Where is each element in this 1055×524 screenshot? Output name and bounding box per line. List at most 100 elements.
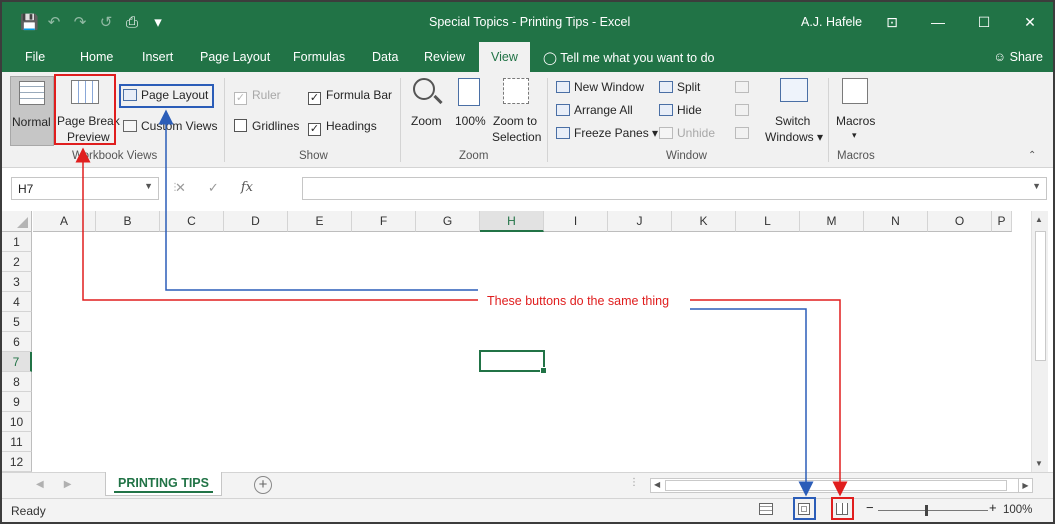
zoom-in-button[interactable]: + xyxy=(989,500,997,515)
row-header-10[interactable]: 10 xyxy=(2,412,32,432)
zoom-thumb[interactable] xyxy=(925,505,928,516)
tab-review[interactable]: Review xyxy=(424,50,465,64)
ribbon-display-options-icon[interactable]: ⊡ xyxy=(869,2,915,42)
zoom-button[interactable]: Zoom xyxy=(408,76,446,146)
column-header-c[interactable]: C xyxy=(160,211,224,232)
tell-me-search[interactable]: ◯ Tell me what you want to do xyxy=(543,50,715,65)
unhide-button[interactable]: Unhide xyxy=(659,126,715,140)
column-header-j[interactable]: J xyxy=(608,211,672,232)
tab-file[interactable]: File xyxy=(25,50,45,64)
row-header-11[interactable]: 11 xyxy=(2,432,32,452)
row-header-5[interactable]: 5 xyxy=(2,312,32,332)
row-header-8[interactable]: 8 xyxy=(2,372,32,392)
column-header-l[interactable]: L xyxy=(736,211,800,232)
column-header-b[interactable]: B xyxy=(96,211,160,232)
gridlines-checkbox[interactable]: Gridlines xyxy=(234,119,299,133)
column-header-e[interactable]: E xyxy=(288,211,352,232)
scroll-left-sheet-icon[interactable]: ◀ xyxy=(36,479,44,490)
print-preview-icon[interactable]: ⎙ xyxy=(124,14,140,31)
hide-button[interactable]: Hide xyxy=(659,103,702,117)
scroll-right-sheet-icon[interactable]: ▶ xyxy=(64,479,72,490)
page-layout-button[interactable]: Page Layout xyxy=(123,88,208,102)
formula-input[interactable]: ▼ xyxy=(302,177,1047,200)
horizontal-scrollbar[interactable]: ◀ xyxy=(650,478,1032,493)
share-button[interactable]: ☺ Share xyxy=(993,50,1043,64)
enter-icon[interactable]: ✓ xyxy=(208,180,219,196)
page-break-preview-button[interactable]: Page Break Preview xyxy=(55,76,120,146)
collapse-ribbon-icon[interactable]: ⌃ xyxy=(1028,150,1036,161)
arrange-all-button[interactable]: Arrange All xyxy=(556,103,633,117)
normal-view-button[interactable]: Normal xyxy=(10,76,54,146)
chevron-down-icon[interactable]: ▼ xyxy=(144,181,153,191)
column-header-f[interactable]: F xyxy=(352,211,416,232)
touch-mode-icon[interactable]: ↺ xyxy=(98,13,114,31)
maximize-button[interactable]: ☐ xyxy=(961,2,1007,42)
horizontal-scroll-thumb[interactable] xyxy=(665,480,1007,491)
column-header-n[interactable]: N xyxy=(864,211,928,232)
expand-formula-bar-icon[interactable]: ▼ xyxy=(1032,181,1041,191)
worksheet-grid[interactable]: ABCDEFGHIJKLMNOP 1 2 3 4 5 6 7 8 9 10 11 12 ▲ ▼ xyxy=(2,211,1053,472)
column-header-a[interactable]: A xyxy=(33,211,96,232)
column-header-o[interactable]: O xyxy=(928,211,992,232)
split-button[interactable]: Split xyxy=(659,80,700,94)
column-header-g[interactable]: G xyxy=(416,211,480,232)
user-name[interactable]: A.J. Hafele xyxy=(801,15,862,29)
save-icon[interactable]: 💾 xyxy=(20,13,39,31)
column-header-d[interactable]: D xyxy=(224,211,288,232)
undo-icon[interactable]: ↶ xyxy=(46,13,62,31)
page-break-preview-status-button[interactable] xyxy=(833,502,851,517)
row-header-4[interactable]: 4 xyxy=(2,292,32,312)
insert-function-icon[interactable]: fx xyxy=(241,180,253,196)
scroll-right-icon[interactable]: ▶ xyxy=(1018,478,1033,493)
normal-view-status-button[interactable] xyxy=(757,502,775,517)
cancel-icon[interactable]: ✕ xyxy=(175,180,186,196)
row-header-6[interactable]: 6 xyxy=(2,332,32,352)
name-box[interactable]: H7 ▼ xyxy=(11,177,159,200)
row-header-9[interactable]: 9 xyxy=(2,392,32,412)
row-header-7[interactable]: 7 xyxy=(2,352,32,372)
zoom-out-button[interactable]: − xyxy=(866,500,874,515)
freeze-panes-button[interactable]: Freeze Panes ▾ xyxy=(556,126,658,140)
tab-page-layout[interactable]: Page Layout xyxy=(200,50,270,64)
zoom-to-selection-button[interactable]: Zoom to Selection xyxy=(491,76,543,146)
synchronous-scrolling-icon[interactable] xyxy=(735,104,749,116)
zoom-percentage[interactable]: 100% xyxy=(1003,504,1032,516)
row-header-2[interactable]: 2 xyxy=(2,252,32,272)
headings-checkbox[interactable]: ✓ Headings xyxy=(308,119,377,136)
scroll-left-icon[interactable]: ◀ xyxy=(654,480,660,489)
zoom-slider[interactable]: − + xyxy=(866,500,998,517)
add-sheet-icon[interactable]: + xyxy=(254,476,272,494)
scroll-down-icon[interactable]: ▼ xyxy=(1035,459,1043,468)
select-all-button[interactable] xyxy=(2,211,32,232)
close-button[interactable]: ✕ xyxy=(1007,2,1053,42)
vertical-scroll-thumb[interactable] xyxy=(1035,231,1046,361)
row-header-1[interactable]: 1 xyxy=(2,232,32,252)
sheet-tab-printing-tips[interactable]: PRINTING TIPS xyxy=(105,472,222,496)
redo-icon[interactable]: ↷ xyxy=(72,13,88,31)
minimize-button[interactable]: — xyxy=(915,2,961,42)
splitter-grip-icon[interactable]: ⋮ xyxy=(629,477,639,488)
tab-view[interactable]: View xyxy=(479,42,530,72)
column-header-p[interactable]: P xyxy=(992,211,1012,232)
macros-button[interactable]: Macros ▾ xyxy=(834,76,880,146)
customize-qat-icon[interactable]: ▾ xyxy=(150,13,166,31)
column-header-m[interactable]: M xyxy=(800,211,864,232)
custom-views-button[interactable]: Custom Views xyxy=(123,119,217,133)
scroll-up-icon[interactable]: ▲ xyxy=(1035,215,1043,224)
column-header-k[interactable]: K xyxy=(672,211,736,232)
zoom-100-button[interactable]: 100% xyxy=(452,76,488,146)
column-header-h[interactable]: H xyxy=(480,211,544,232)
tab-formulas[interactable]: Formulas xyxy=(293,50,345,64)
row-header-12[interactable]: 12 xyxy=(2,452,32,472)
reset-window-position-icon[interactable] xyxy=(735,127,749,139)
ruler-checkbox[interactable]: ✓ Ruler xyxy=(234,88,281,105)
tab-home[interactable]: Home xyxy=(80,50,113,64)
view-side-by-side-icon[interactable] xyxy=(735,81,749,93)
new-window-button[interactable]: New Window xyxy=(556,80,644,94)
switch-windows-button[interactable]: Switch Windows ▾ xyxy=(762,76,824,146)
column-header-i[interactable]: I xyxy=(544,211,608,232)
active-cell-h7[interactable] xyxy=(479,350,547,374)
tab-insert[interactable]: Insert xyxy=(142,50,173,64)
row-header-3[interactable]: 3 xyxy=(2,272,32,292)
tab-data[interactable]: Data xyxy=(372,50,398,64)
